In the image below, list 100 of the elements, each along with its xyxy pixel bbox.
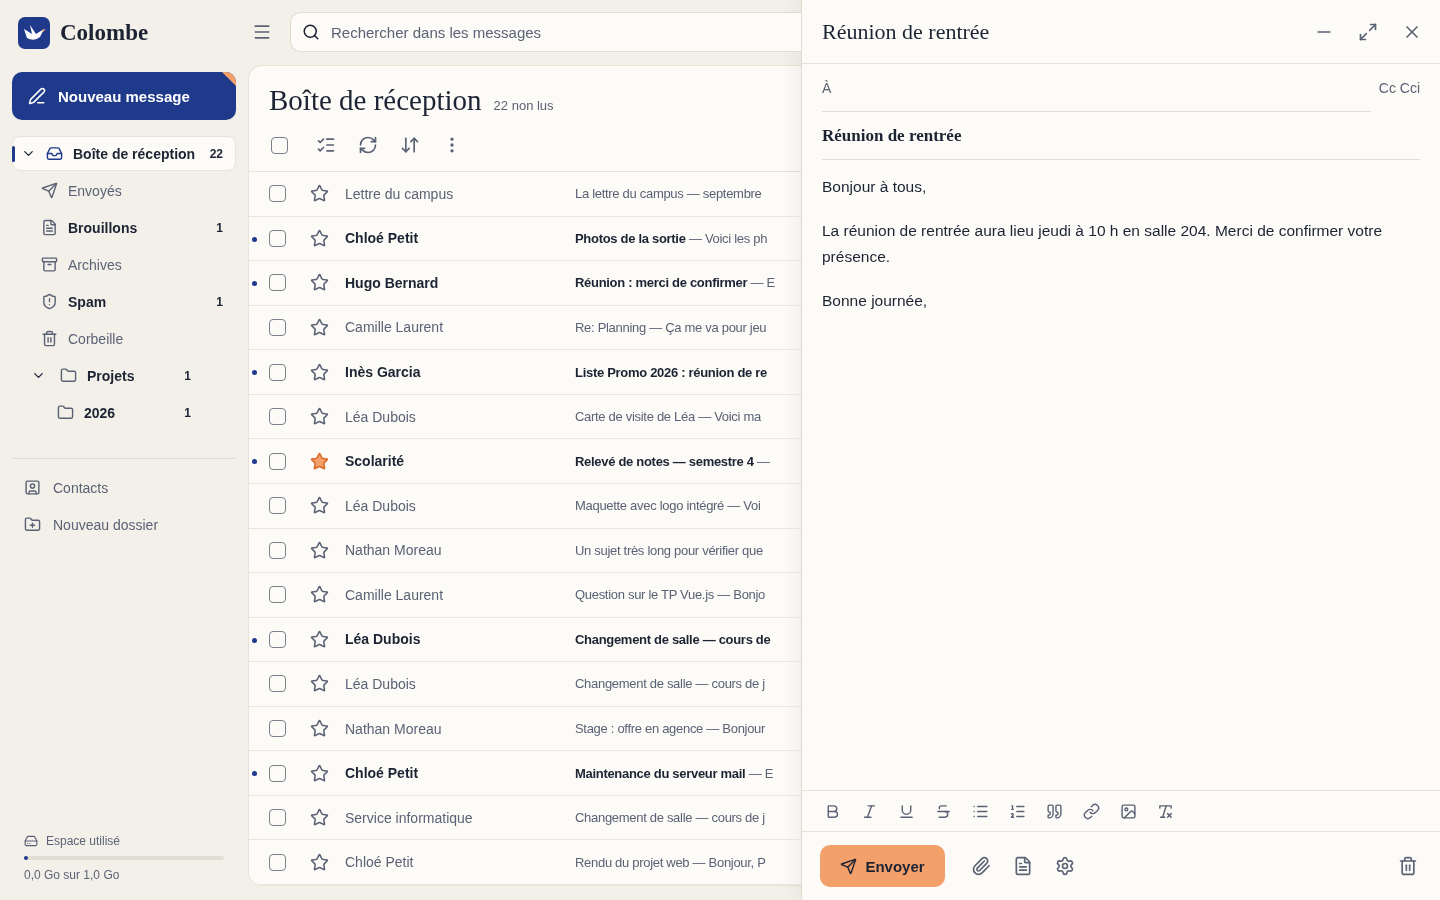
- folder-icon: [60, 367, 77, 384]
- message-row[interactable]: Chloé Petit Rendu du projet web — Bonjour, P: [249, 840, 801, 885]
- message-subject: Changement de salle — cours de: [575, 631, 771, 647]
- sender-name: Léa Dubois: [345, 675, 417, 692]
- row-checkbox[interactable]: [269, 764, 286, 782]
- row-checkbox[interactable]: [269, 274, 286, 292]
- star-icon[interactable]: [310, 852, 329, 872]
- folder-item[interactable]: Brouillons 1: [12, 210, 236, 245]
- message-body[interactable]: Bonjour à tous, La réunion de rentrée aura lieu jeudi à 10 h en salle 204. Merci de confirmer votre présence. Bonne journée,: [802, 160, 1440, 790]
- message-row[interactable]: Scolarité Relevé de notes — semestre 4 —: [249, 439, 801, 484]
- star-icon[interactable]: [310, 808, 329, 828]
- star-icon[interactable]: [310, 674, 329, 694]
- folder-item[interactable]: Archives: [12, 247, 236, 282]
- row-checkbox[interactable]: [269, 720, 286, 738]
- inbox-title: Boîte de réception: [269, 84, 482, 117]
- row-checkbox[interactable]: [269, 229, 286, 247]
- new-message-button[interactable]: Nouveau message: [12, 72, 236, 120]
- row-checkbox[interactable]: [269, 185, 286, 203]
- row-checkbox[interactable]: [269, 497, 286, 515]
- row-checkbox[interactable]: [269, 318, 286, 336]
- sender-name: Inès Garcia: [345, 364, 422, 381]
- message-row[interactable]: Léa Dubois Changement de salle — cours de: [249, 617, 801, 663]
- row-checkbox[interactable]: [269, 541, 286, 559]
- star-icon[interactable]: [310, 228, 329, 248]
- sidebar-link[interactable]: Contacts: [12, 469, 236, 506]
- message-row[interactable]: Inès Garcia Liste Promo 2026 : réunion de re: [249, 350, 801, 395]
- message-row[interactable]: Léa Dubois Maquette avec logo intégré — Voi: [249, 483, 801, 529]
- link-label: Contacts: [53, 479, 109, 496]
- recipient-field[interactable]: À: [822, 64, 1371, 112]
- message-row[interactable]: Léa Dubois Changement de salle — cours de j: [249, 662, 801, 707]
- app-logo: [18, 17, 50, 49]
- cc-bcc-link[interactable]: Cc Cci: [1378, 80, 1420, 96]
- row-checkbox[interactable]: [269, 452, 286, 470]
- link-label: Nouveau dossier: [53, 516, 159, 533]
- star-icon[interactable]: [310, 719, 329, 739]
- sender-name: Lettre du campus: [345, 185, 455, 202]
- row-checkbox[interactable]: [269, 408, 286, 426]
- message-row[interactable]: Nathan Moreau Un sujet très long pour vérifier que: [249, 528, 801, 574]
- app-name: Colombe: [60, 20, 149, 46]
- row-checkbox[interactable]: [269, 809, 286, 827]
- sender-name: Service informatique: [345, 809, 474, 826]
- row-checkbox[interactable]: [269, 675, 286, 693]
- star-icon[interactable]: [310, 317, 329, 337]
- sender-name: Nathan Moreau: [345, 720, 443, 737]
- select-all-checkbox[interactable]: [271, 136, 288, 154]
- row-checkbox[interactable]: [269, 586, 286, 604]
- folder-item[interactable]: Boîte de réception 22: [12, 136, 236, 171]
- message-row[interactable]: Camille Laurent Question sur le TP Vue.js — Bonjo: [249, 573, 801, 618]
- message-row[interactable]: Service informatique Changement de salle — cours de j: [249, 795, 801, 841]
- message-row[interactable]: Lettre du campus La lettre du campus — septembre: [249, 172, 801, 217]
- folder-item[interactable]: Projets 1: [12, 358, 236, 393]
- row-checkbox[interactable]: [269, 853, 286, 871]
- message-subject: Photos de la sortie — Voici les ph: [575, 230, 768, 246]
- message-subject: Changement de salle — cours de j: [575, 676, 765, 692]
- message-row[interactable]: Léa Dubois Carte de visite de Léa — Voici ma: [249, 394, 801, 440]
- star-icon[interactable]: [310, 273, 329, 293]
- row-checkbox[interactable]: [269, 630, 286, 648]
- pen-icon: [28, 87, 46, 105]
- message-row[interactable]: Camille Laurent Re: Planning — Ça me va pour jeu: [249, 305, 801, 351]
- folder-item[interactable]: 2026 1: [12, 395, 236, 430]
- message-subject: Réunion : merci de confirmer — E: [575, 275, 775, 291]
- sidebar-link[interactable]: Nouveau dossier: [12, 506, 236, 543]
- message-subject: Maquette avec logo intégré — Voi: [575, 498, 761, 514]
- folder-plus-icon: [24, 516, 41, 533]
- star-icon[interactable]: [310, 451, 329, 471]
- message-subject: La lettre du campus — septembre: [575, 186, 762, 202]
- compose-title: Réunion de rentrée: [822, 18, 991, 45]
- star-icon[interactable]: [310, 540, 329, 560]
- sender-name: Léa Dubois: [345, 408, 417, 425]
- sender-name: Chloé Petit: [345, 230, 420, 247]
- star-icon[interactable]: [310, 496, 329, 516]
- message-row[interactable]: Chloé Petit Photos de la sortie — Voici les ph: [249, 216, 801, 262]
- subject-field[interactable]: Réunion de rentrée: [822, 112, 1420, 160]
- folder-item[interactable]: Corbeille: [12, 321, 236, 356]
- message-subject: Rendu du projet web — Bonjour, P: [575, 854, 766, 870]
- message-subject: Re: Planning — Ça me va pour jeu: [575, 319, 767, 335]
- star-icon[interactable]: [310, 585, 329, 605]
- row-checkbox[interactable]: [269, 363, 286, 381]
- star-icon[interactable]: [310, 407, 329, 427]
- inbox-icon: [46, 145, 63, 162]
- star-icon[interactable]: [310, 184, 329, 204]
- sender-name: Léa Dubois: [345, 497, 417, 514]
- storage-reading: 0,0 Go sur 1,0 Go: [24, 868, 121, 882]
- message-row[interactable]: Chloé Petit Maintenance du serveur mail — E: [249, 751, 801, 796]
- folder-item[interactable]: Spam 1: [12, 284, 236, 319]
- sender-name: Hugo Bernard: [345, 274, 440, 291]
- star-icon[interactable]: [310, 362, 329, 382]
- message-row[interactable]: Hugo Bernard Réunion : merci de confirmer — E: [249, 261, 801, 306]
- sender-name: Chloé Petit: [345, 854, 415, 871]
- send-button[interactable]: Envoyer: [820, 845, 945, 887]
- message-subject: Maintenance du serveur mail — E: [575, 765, 774, 781]
- folder-item[interactable]: Envoyés: [12, 173, 236, 208]
- message-row[interactable]: Nathan Moreau Stage : offre en agence — Bonjour: [249, 706, 801, 752]
- search-field[interactable]: Rechercher dans les messages: [290, 12, 801, 52]
- message-subject: Liste Promo 2026 : réunion de re: [575, 364, 767, 380]
- folder-icon: [57, 404, 74, 421]
- sender-name: Chloé Petit: [345, 765, 420, 782]
- star-icon[interactable]: [310, 629, 329, 649]
- star-icon[interactable]: [310, 763, 329, 783]
- contact-card-icon: [24, 479, 41, 496]
